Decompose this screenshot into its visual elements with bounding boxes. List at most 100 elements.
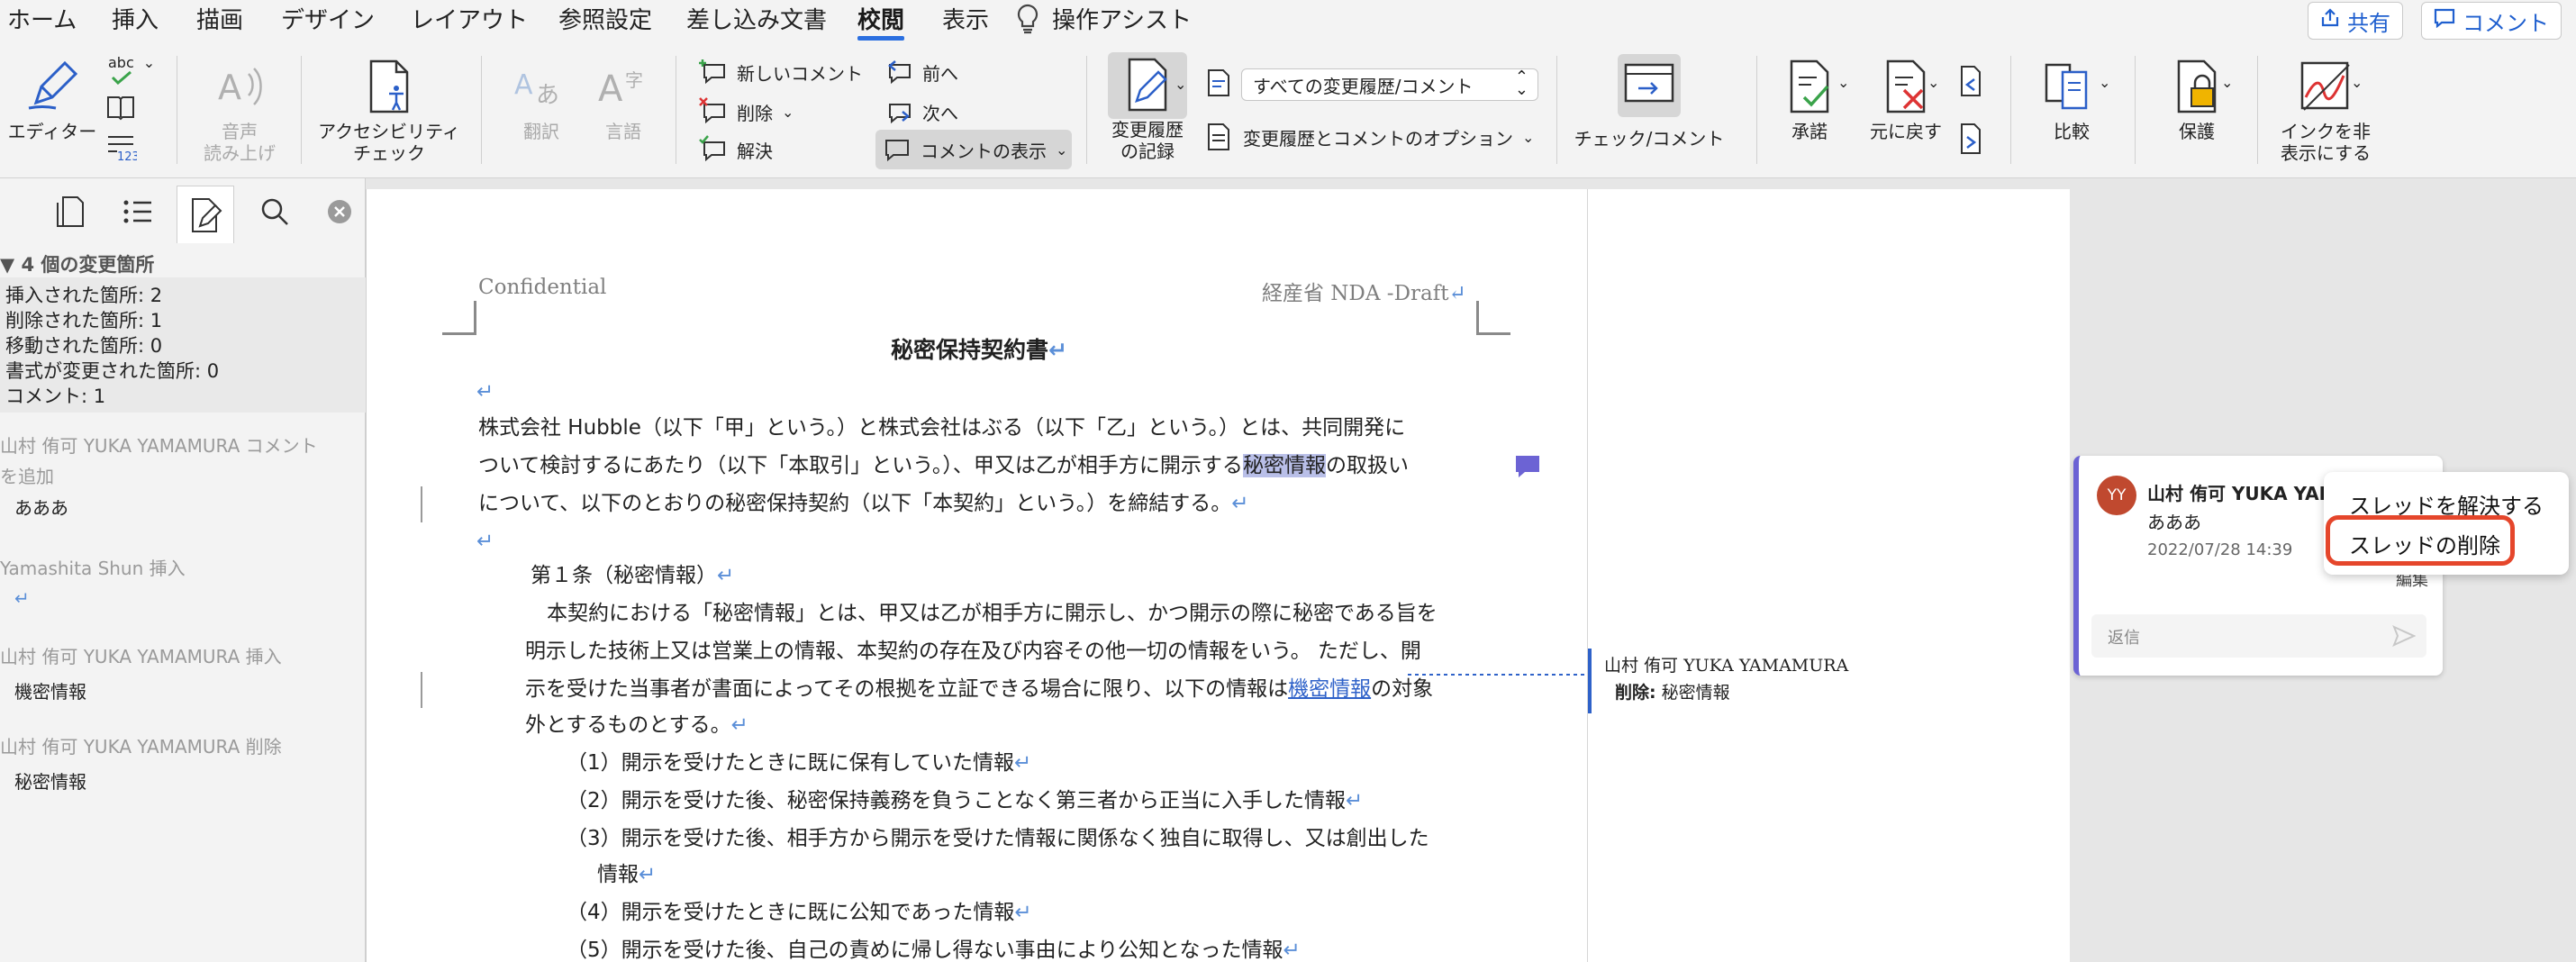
nav-tab-pages[interactable] [45,189,94,234]
deletion-connector-line [1408,674,1588,676]
chevron-down-icon[interactable]: ⌄ [2221,74,2233,91]
change-title: 山村 侑可 YUKA YAMAMURA 削除 [0,736,282,758]
editor-button[interactable]: エディター [7,58,97,142]
markup-view-value: すべての変更履歴/コメント [1253,75,1474,97]
list-icon [123,200,151,223]
document-page[interactable]: Confidential 経産省 NDA -Draft↵ 秘密保持契約書↵ ↵ … [366,189,1588,962]
nav-tab-search[interactable] [250,189,299,234]
translate-button[interactable]: Aあ 翻訳 [501,58,582,142]
reject-button[interactable]: 元に戻す [1859,58,1953,142]
hide-ink-label-1: インクを非 [2281,121,2371,142]
spelling-button[interactable]: abc ⌄ [108,54,155,71]
nav-tab-headings[interactable] [113,189,162,234]
language-icon: A字 [598,68,643,110]
previous-comment-button[interactable]: 前へ [884,58,958,86]
close-nav-pane-button[interactable] [315,189,364,234]
ribbon-separator [1086,56,1087,164]
track-changes-label-2: の記録 [1120,141,1175,162]
deletion-label: 削除: [1615,683,1656,703]
new-comment-icon [699,59,725,85]
protect-button[interactable]: 保護 [2156,58,2237,142]
search-icon [261,198,288,225]
accept-icon [1790,59,1829,113]
document-title: 秘密保持契約書↵ [891,337,1067,363]
next-change-icon[interactable] [1956,123,1985,159]
track-options-button[interactable]: 変更履歴とコメントのオプション ⌄ [1205,123,1534,151]
avatar: YY [2097,476,2136,515]
compare-button[interactable]: 比較 [2027,58,2117,142]
list-item: （3）開示を受けた後、相手方から開示を受けた情報に関係なく独自に取得し、又は創出… [567,827,1429,850]
change-title-cont: を追加 [0,466,54,487]
read-aloud-button[interactable]: A 音声 読み上げ [193,58,286,164]
track-changes-button[interactable]: 変更履歴 の記録 [1108,56,1187,162]
delete-comment-button[interactable]: 削除 ⌄ [699,97,794,126]
accessibility-check-button[interactable]: アクセシビリティ チェック [315,58,463,164]
tab-draw[interactable]: 描画 [196,2,243,35]
accessibility-label-2: チェック [353,142,425,164]
deletion-balloon[interactable]: 削除: 秘密情報 [1615,679,1730,703]
accept-button[interactable]: 承諾 [1769,58,1850,142]
chevron-down-icon: ⌄ [782,103,794,121]
highlight-annotation-box [2326,515,2515,566]
tab-review[interactable]: 校閲 [857,2,904,35]
comment-text: あああ [2147,512,2201,533]
changes-summary: 挿入された箇所: 2 削除された箇所: 1 移動された箇所: 0 書式が変更され… [0,277,366,413]
change-body: あああ [14,497,68,519]
track-changes-icon [1128,58,1167,112]
send-icon[interactable] [2392,625,2417,650]
svg-text:A: A [514,69,533,101]
changes-count-header[interactable]: ▼ 4 個の変更箇所 [0,250,154,277]
editor-pen-icon [28,60,78,110]
tab-design[interactable]: デザイン [281,2,375,35]
show-comments-label: コメントの表示 [921,140,1047,162]
new-comment-button[interactable]: 新しいコメント [699,58,863,86]
summary-comments: コメント: 1 [5,386,106,407]
comment-date: 2022/07/28 14:39 [2147,540,2293,559]
hide-ink-button[interactable]: インクを非 表示にする [2272,58,2380,164]
tab-mailings[interactable]: 差し込み文書 [686,2,827,35]
markup-view-dropdown[interactable]: すべての変更履歴/コメント ⌃ ⌄ [1241,68,1538,101]
tab-view[interactable]: 表示 [942,2,989,35]
tab-insert[interactable]: 挿入 [112,2,159,35]
chevron-down-icon[interactable]: ⌄ [1927,74,1939,91]
svg-text:A: A [218,68,241,107]
chevron-down-icon[interactable]: ⌄ [2099,74,2110,91]
tab-layout[interactable]: レイアウト [411,2,528,35]
tab-references[interactable]: 参照設定 [558,2,652,35]
change-body: ↵ [14,587,30,609]
share-button[interactable]: 共有 [2308,2,2403,40]
nav-pane-tabs [0,178,366,243]
share-label: 共有 [2347,10,2390,36]
compare-icon [2045,63,2088,110]
nav-tab-changes[interactable] [177,186,234,243]
track-changes-label-1: 変更履歴 [1111,119,1184,141]
chevron-down-icon[interactable]: ⌄ [1837,74,1849,91]
updown-chevron-icon: ⌃ ⌄ [1514,68,1528,99]
language-button[interactable]: A字 言語 [587,58,659,142]
comment-marker-icon[interactable] [1514,454,1541,483]
change-bar [421,486,422,522]
change-title: Yamashita Shun 挿入 [0,558,186,579]
para1-line3: について、以下のとおりの秘密保持契約（以下「本契約」という。）を締結する。↵ [478,492,1249,515]
ribbon-separator [1756,56,1757,164]
svg-text:あ: あ [536,82,559,109]
thesaurus-book-icon[interactable] [106,94,135,124]
article1-line3: 示を受けた当事者が書面によってその根拠を立証できる場合に限り、以下の情報は機密情… [525,677,1434,701]
next-comment-button[interactable]: 次へ [884,97,958,126]
paragraph-mark: ↵ [476,530,494,553]
previous-change-icon[interactable] [1956,65,1985,101]
resolve-label: 解決 [737,140,773,162]
check-comment-button[interactable]: チェック/コメント [1573,58,1726,150]
show-comments-button[interactable]: コメントの表示 ⌄ [883,135,1067,164]
chevron-down-icon[interactable]: ⌄ [1175,76,1186,93]
editor-label: エディター [7,121,97,142]
resolve-comment-button[interactable]: 解決 [699,135,773,164]
reply-input[interactable]: 返信 [2091,614,2426,658]
tab-tell-me[interactable]: 操作アシスト [1052,2,1192,35]
tab-home[interactable]: ホーム [7,2,77,35]
track-changes-doc-icon [192,197,222,232]
word-count-icon[interactable]: 123 [106,133,140,166]
chevron-down-icon[interactable]: ⌄ [2351,74,2363,91]
comments-button[interactable]: コメント [2421,2,2562,40]
list-item: （5）開示を受けた後、自己の責めに帰し得ない事由により公知となった情報↵ [567,939,1301,962]
